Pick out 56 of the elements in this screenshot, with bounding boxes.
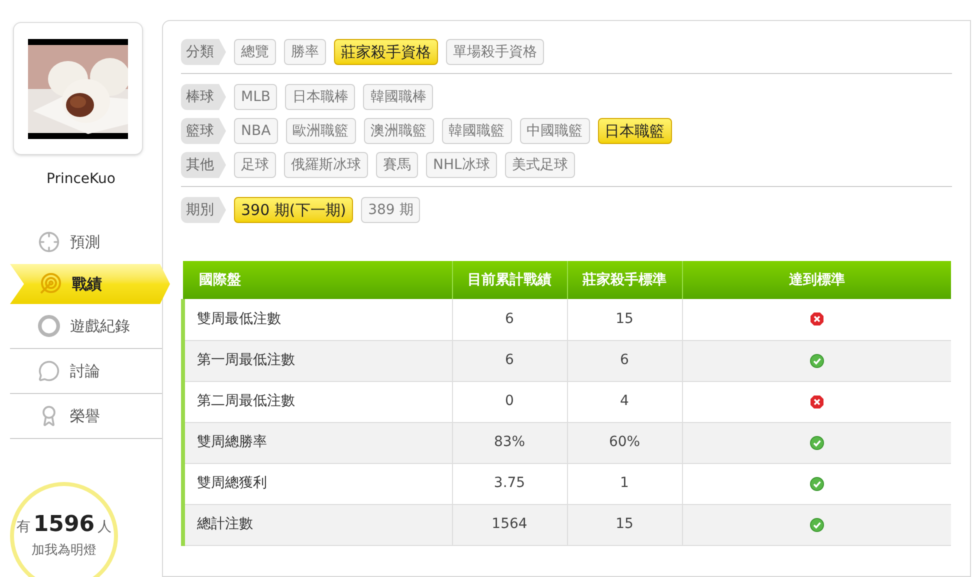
filter-chip[interactable]: 總覽 [234, 39, 276, 65]
table-cell: 0 [452, 381, 567, 422]
filter-chip[interactable]: MLB [234, 84, 278, 110]
username: PrinceKuo [46, 170, 116, 189]
filter-chip[interactable]: 莊家殺手資格 [334, 39, 438, 65]
filter-chip[interactable]: NHL冰球 [426, 152, 497, 178]
fans-suffix: 人 [98, 518, 112, 537]
filter-chip[interactable]: 賽馬 [376, 152, 418, 178]
filter-chip[interactable]: 韓國職籃 [442, 118, 512, 144]
fans-caption: 加我為明燈 [32, 542, 96, 560]
filter-chip[interactable]: 日本職籃 [598, 118, 672, 144]
filter-chip[interactable]: 390 期(下一期) [234, 197, 354, 223]
filter-chip[interactable]: 勝率 [284, 39, 326, 65]
filter-label: 籃球 [181, 118, 226, 144]
column-header: 莊家殺手標準 [567, 261, 682, 299]
filter-chip[interactable]: 澳洲職籃 [364, 118, 434, 144]
table-cell: 總計注數 [183, 504, 452, 545]
table-cell: 1564 [452, 504, 567, 545]
table-cell: 6 [452, 299, 567, 340]
table-cell: 83% [452, 422, 567, 463]
filter-chip[interactable]: 中國職籃 [520, 118, 590, 144]
column-header: 達到標準 [682, 261, 951, 299]
nav-item[interactable]: 討論 [10, 349, 162, 393]
filter-label: 其他 [181, 152, 226, 178]
filter-chip[interactable]: 俄羅斯冰球 [284, 152, 368, 178]
target-icon [38, 272, 62, 296]
filter-chip[interactable]: 歐洲職籃 [286, 118, 356, 144]
table-cell: 4 [567, 381, 682, 422]
fans-prefix: 有 [16, 518, 30, 537]
nav-item[interactable]: 遊戲紀錄 [10, 304, 162, 348]
table-cell: 6 [567, 340, 682, 381]
table-cell: 15 [567, 504, 682, 545]
ring-icon [38, 315, 60, 337]
table-cell: 3.75 [452, 463, 567, 504]
filter-label: 棒球 [181, 84, 226, 110]
nav-item[interactable]: 戰績 [10, 264, 170, 304]
filter-chip[interactable]: 日本職棒 [285, 84, 356, 110]
nav-item[interactable]: 榮譽 [10, 394, 162, 438]
crosshair-icon [38, 231, 60, 253]
filter-chip[interactable]: 美式足球 [504, 152, 575, 178]
fans-count: 1596 [33, 511, 95, 539]
filter-chip[interactable]: 韓國職棒 [363, 84, 434, 110]
table-cell: 15 [567, 299, 682, 340]
filter-label: 期別 [181, 197, 226, 223]
column-header: 目前累計戰績 [452, 261, 567, 299]
nav-item[interactable]: 預測 [10, 220, 162, 264]
column-header: 國際盤 [183, 261, 452, 299]
filter-chip[interactable]: 足球 [234, 152, 276, 178]
table-cell: 1 [567, 463, 682, 504]
filter-chip[interactable]: 389 期 [361, 197, 420, 223]
speech-bubble-icon [38, 360, 60, 382]
filter-chip[interactable]: NBA [234, 118, 278, 144]
filter-label: 分類 [181, 39, 226, 65]
table-cell: 6 [452, 340, 567, 381]
filter-chip[interactable]: 單場殺手資格 [446, 39, 544, 65]
table-cell: 60% [567, 422, 682, 463]
